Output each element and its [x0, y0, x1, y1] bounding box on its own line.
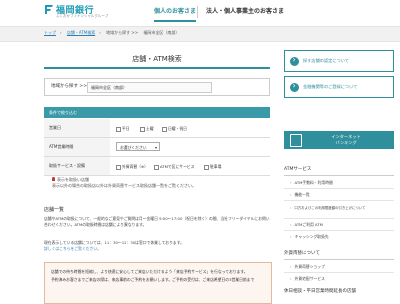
filter-label: ATM営業時間: [44, 138, 110, 156]
sidebar-section-exchange: 外貨両替について: [284, 250, 394, 260]
store-list-details-link[interactable]: 詳しくはこちらをご覧ください。: [44, 246, 270, 252]
region-label[interactable]: 地域から探す >>: [51, 83, 87, 89]
filter-header: 条件で絞り込む: [44, 107, 270, 118]
reservation-notice: 店舗での待ち時間を短縮し、より快適に安心してご来店いただけるよう「来店予約サービ…: [44, 262, 272, 304]
phone-icon: [290, 134, 302, 147]
breadcrumb-current: 福岡市全区（南部）: [143, 30, 180, 35]
sidebar-button-financial-registration[interactable]: 金融機関等のご登録について: [284, 76, 394, 98]
sidebar-section-holiday: 休日相談・平日営業時間延長の店舗: [284, 289, 356, 294]
arrow-circle-icon: [290, 81, 299, 92]
filter-row-services: 取扱サービス・設備 外貨両替（※） ATMで区にサービス 駐車場: [44, 157, 270, 176]
filter-label: 取扱サービス・設備: [44, 157, 110, 175]
breadcrumb-region: 地域から探す >>: [106, 30, 139, 35]
region-value: 福岡市全区（南部）: [87, 82, 212, 93]
store-list-intro: 店舗やATMの取扱について、一般的なご意見やご質問は月～金曜日 9:00～17:…: [44, 216, 270, 227]
breadcrumb: トップ › 店舗・ATM検索 › 地域から探す >> 福岡市全区（南部）: [44, 30, 180, 35]
nav-personal[interactable]: 個人のお客さま: [154, 6, 197, 22]
sidebar-section-atm: ATMサービス: [284, 166, 394, 176]
store-list-title: 店舗一覧: [44, 207, 65, 213]
store-list-hours: 現在表示している店舗については、11：30～12：30は窓口で休業しております。…: [44, 240, 270, 252]
notice-line: 予約済みお客さまでご来店の際は、来店事前のご予約をお願いします。ご予約の受付は、…: [51, 277, 255, 282]
nav-business[interactable]: 法人・個人事業主のお客さま: [206, 6, 284, 18]
checkbox-saturday[interactable]: 土曜: [140, 126, 154, 132]
sidebar-link[interactable]: 外貨両替ショップ: [290, 264, 394, 270]
checkbox-icon: [116, 164, 121, 170]
nav-divider: [197, 6, 198, 18]
sidebar-link[interactable]: ATM手数料・利用時間: [290, 180, 394, 186]
filter-header-label: 条件で絞り込む: [49, 110, 77, 115]
checkbox-icon: [154, 164, 159, 170]
region-selector: 地域から探す >> 福岡市全区（南部）: [44, 78, 270, 96]
checkbox-atm-service[interactable]: ATMで区にサービス: [154, 164, 194, 170]
sidebar-button-store-search[interactable]: 探す店舗の認定について: [284, 50, 394, 72]
checkbox-icon: [140, 126, 145, 132]
checkbox-icon: [116, 126, 121, 132]
checkbox-parking[interactable]: 駐車場: [204, 164, 221, 170]
checkbox-currency-exchange[interactable]: 外貨両替（※）: [116, 164, 148, 170]
sidebar-link[interactable]: 外貨宅配サービス: [290, 276, 394, 282]
internet-banking-button[interactable]: インターネット バンキング: [284, 131, 394, 149]
checkbox-weekday[interactable]: 平日: [116, 126, 130, 132]
title-underline: [44, 67, 270, 69]
notice-line: 店舗での待ち時間を短縮し、より快適に安心してご来店いただけるよう「来店予約サービ…: [51, 269, 248, 274]
pin-icon: [52, 177, 55, 181]
filter-notes: 表示を取扱い店舗 表示以外の場合の取扱店以外は外貨両替サービス取扱店舗一覧をご覧…: [52, 177, 196, 189]
checkbox-holiday[interactable]: 日曜・祝日: [162, 126, 187, 132]
sidebar-link[interactable]: ATMご利用 ATM: [290, 222, 394, 228]
breadcrumb-top[interactable]: トップ: [44, 30, 56, 35]
note-line: 表示以外の場合の取扱店以外は外貨両替サービス取扱店舗一覧をご覧ください。: [52, 183, 196, 188]
page-title: 店舗・ATM検索: [132, 55, 182, 63]
sidebar-link[interactable]: キャッシング取扱先: [290, 234, 394, 240]
site-header: 福岡銀行 ふくおかフィナンシャルグループ 個人のお客さま 法人・個人事業主のお客…: [0, 0, 400, 24]
sidebar-link[interactable]: 機能一覧: [290, 192, 394, 198]
sidebar-link[interactable]: 口方およびこの利用限度額の引き上げについて: [290, 205, 394, 210]
bank-logo-icon: [45, 5, 53, 14]
arrow-circle-icon: [290, 55, 299, 66]
checkbox-icon: [162, 126, 167, 132]
filter-row-business-days: 営業日 平日 土曜 日曜・祝日: [44, 119, 270, 138]
atm-hours-select[interactable]: お選びください: [116, 142, 160, 152]
filter-row-atm-hours: ATM営業時間 お選びください: [44, 138, 270, 157]
checkbox-icon: [204, 164, 209, 170]
filter-label: 営業日: [44, 119, 110, 137]
breadcrumb-atm[interactable]: 店舗・ATM検索: [67, 30, 95, 35]
bank-subtitle: ふくおかフィナンシャルグループ: [56, 14, 109, 18]
